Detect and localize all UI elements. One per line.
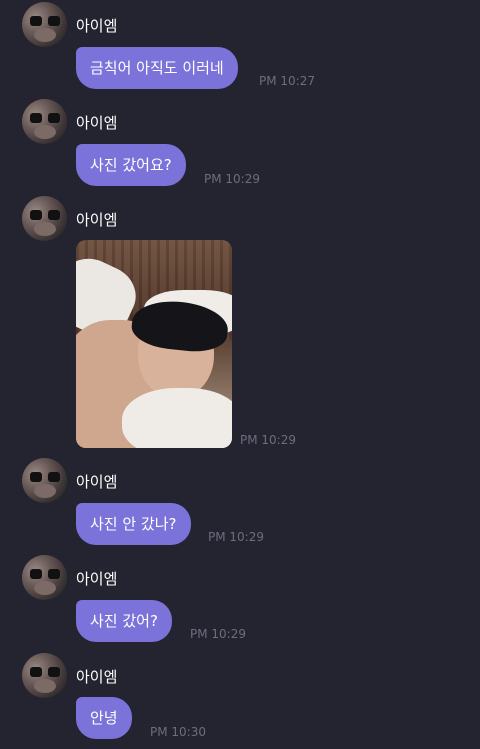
avatar-glasses [30,667,60,677]
avatar-face [34,581,56,595]
message-bubble[interactable]: 안녕 [76,697,132,739]
sender-name: 아이엠 [76,570,118,588]
sender-name: 아이엠 [76,668,118,686]
avatar-glasses [30,113,60,123]
sender-avatar[interactable] [22,555,67,600]
avatar-glasses [30,210,60,220]
message-time: PM 10:27 [259,74,315,88]
avatar-face [34,484,56,498]
avatar-face [34,222,56,236]
avatar-glasses [30,16,60,26]
avatar-glasses [30,569,60,579]
message-bubble[interactable]: 금칙어 아직도 이러네 [76,47,238,89]
sender-avatar[interactable] [22,99,67,144]
message-time: PM 10:29 [240,433,296,447]
message-time: PM 10:29 [190,627,246,641]
message-time: PM 10:29 [204,172,260,186]
avatar-face [34,28,56,42]
message-bubble[interactable]: 사진 안 갔나? [76,503,191,545]
photo-attachment[interactable] [76,240,232,448]
message-time: PM 10:30 [150,725,206,739]
avatar-face [34,125,56,139]
sender-name: 아이엠 [76,473,118,491]
sender-avatar[interactable] [22,2,67,47]
message-bubble[interactable]: 사진 갔어? [76,600,172,642]
photo-sheet [122,388,232,448]
sender-name: 아이엠 [76,211,118,229]
sender-avatar[interactable] [22,196,67,241]
message-bubble[interactable]: 사진 갔어요? [76,144,186,186]
sender-avatar[interactable] [22,458,67,503]
sender-name: 아이엠 [76,17,118,35]
avatar-glasses [30,472,60,482]
sender-avatar[interactable] [22,653,67,698]
avatar-face [34,679,56,693]
message-time: PM 10:29 [208,530,264,544]
sender-name: 아이엠 [76,114,118,132]
